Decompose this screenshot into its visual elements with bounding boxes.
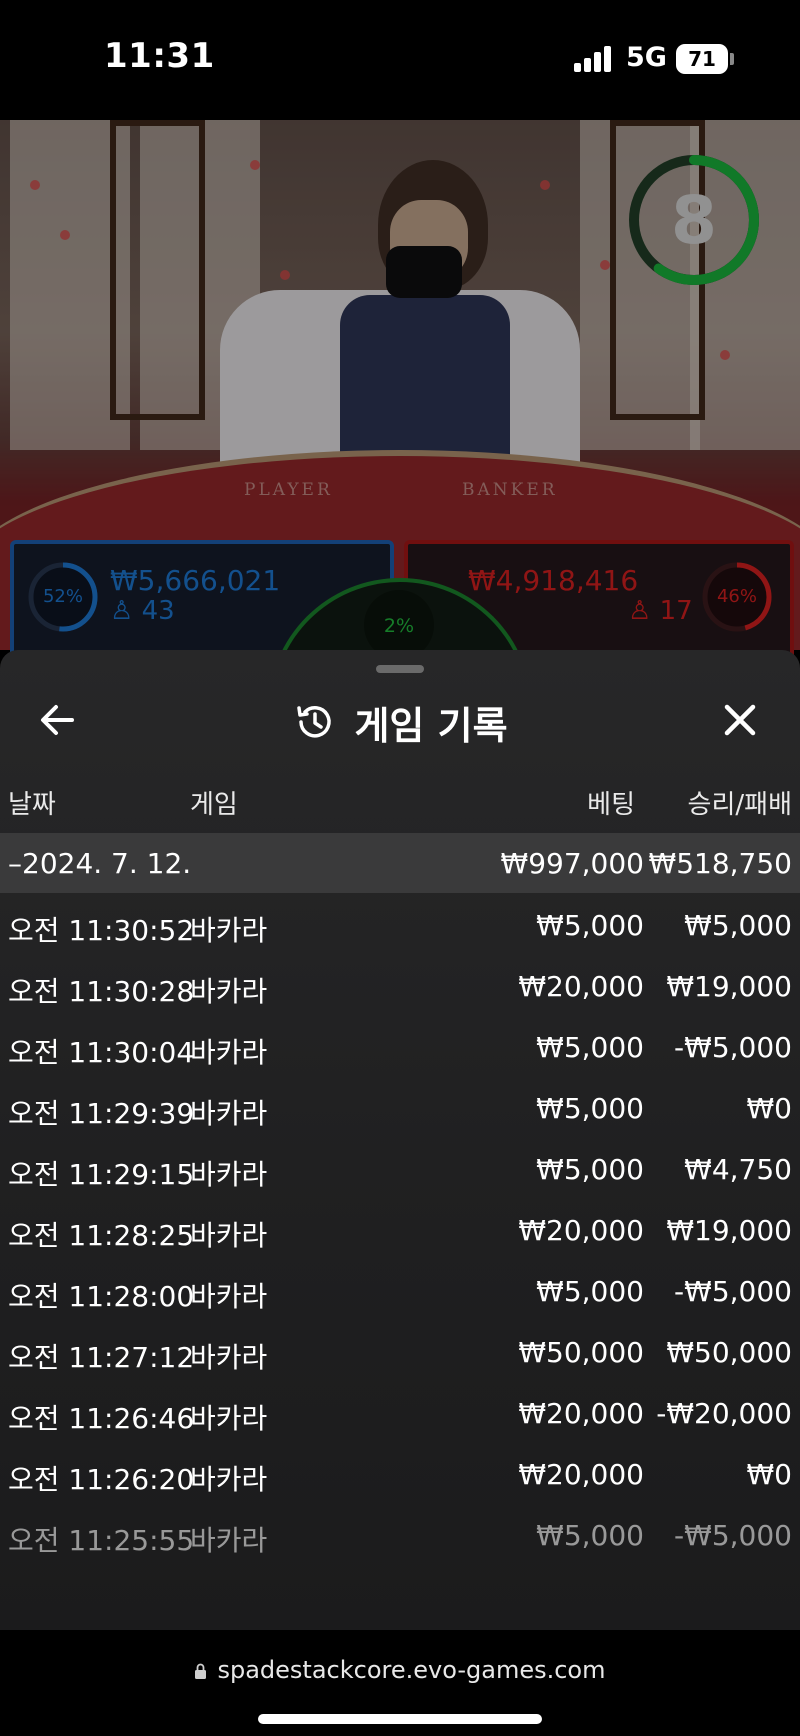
row-result: -₩5,000 <box>674 1031 792 1064</box>
battery-cap <box>730 53 734 65</box>
row-result: ₩19,000 <box>666 970 792 1003</box>
row-result: ₩5,000 <box>684 909 792 942</box>
row-bet: ₩5,000 <box>536 1092 644 1125</box>
history-icon <box>297 706 332 738</box>
history-row[interactable]: 오전 11:27:12 바카라 ₩50,000 ₩50,000 <box>0 1320 800 1381</box>
status-bar: 11:31 5G 71 <box>0 0 800 120</box>
history-row[interactable]: 오전 11:28:25 바카라 ₩20,000 ₩19,000 <box>0 1198 800 1259</box>
row-time: 오전 11:30:52 <box>8 914 195 947</box>
history-list: 오전 11:30:52 바카라 ₩5,000 ₩5,000 오전 11:30:2… <box>0 893 800 1564</box>
history-row[interactable]: 오전 11:25:55 바카라 ₩5,000 -₩5,000 <box>0 1503 800 1564</box>
row-result: ₩19,000 <box>666 1214 792 1247</box>
row-game: 바카라 <box>190 975 268 1008</box>
row-bet: ₩20,000 <box>518 1458 644 1491</box>
page-title: 게임 기록 <box>354 703 508 748</box>
url-text: spadestackcore.evo-games.com <box>217 1656 606 1684</box>
row-game: 바카라 <box>190 1219 268 1252</box>
sheet-drag-handle[interactable] <box>376 665 424 673</box>
row-time: 오전 11:28:25 <box>8 1219 195 1252</box>
row-bet: ₩50,000 <box>518 1336 644 1369</box>
history-row[interactable]: 오전 11:26:46 바카라 ₩20,000 -₩20,000 <box>0 1381 800 1442</box>
status-time: 11:31 <box>104 36 215 76</box>
history-row[interactable]: 오전 11:29:15 바카라 ₩5,000 ₩4,750 <box>0 1137 800 1198</box>
row-time: 오전 11:26:46 <box>8 1402 195 1435</box>
row-time: 오전 11:25:55 <box>8 1524 195 1557</box>
row-game: 바카라 <box>190 914 268 947</box>
row-bet: ₩5,000 <box>536 1519 644 1552</box>
row-game: 바카라 <box>190 1036 268 1069</box>
history-row[interactable]: 오전 11:30:28 바카라 ₩20,000 ₩19,000 <box>0 954 800 1015</box>
row-bet: ₩20,000 <box>518 1214 644 1247</box>
group-total-bet: ₩997,000 <box>500 847 644 880</box>
row-time: 오전 11:27:12 <box>8 1341 195 1374</box>
browser-address-bar[interactable]: spadestackcore.evo-games.com <box>0 1630 800 1736</box>
row-result: -₩20,000 <box>656 1397 792 1430</box>
history-row[interactable]: 오전 11:30:04 바카라 ₩5,000 -₩5,000 <box>0 1015 800 1076</box>
network-type: 5G <box>626 42 667 73</box>
row-time: 오전 11:29:15 <box>8 1158 195 1191</box>
row-bet: ₩5,000 <box>536 1275 644 1308</box>
sheet-header: 게임 기록 <box>0 692 800 752</box>
row-result: ₩0 <box>746 1458 793 1491</box>
row-result: ₩50,000 <box>666 1336 792 1369</box>
row-game: 바카라 <box>190 1280 268 1313</box>
history-row[interactable]: 오전 11:28:00 바카라 ₩5,000 -₩5,000 <box>0 1259 800 1320</box>
group-total-result: ₩518,750 <box>648 847 792 880</box>
row-bet: ₩20,000 <box>518 970 644 1003</box>
row-result: -₩5,000 <box>674 1519 792 1552</box>
row-time: 오전 11:30:28 <box>8 975 195 1008</box>
row-time: 오전 11:29:39 <box>8 1097 195 1130</box>
row-game: 바카라 <box>190 1158 268 1191</box>
row-game: 바카라 <box>190 1341 268 1374</box>
game-history-sheet: 게임 기록 날짜 게임 베팅 승리/패배 –2024. 7. 12. ₩997,… <box>0 650 800 1630</box>
column-header-result: 승리/패배 <box>687 790 792 820</box>
group-date: –2024. 7. 12. <box>8 847 192 880</box>
row-result: ₩4,750 <box>684 1153 792 1186</box>
home-indicator[interactable] <box>258 1714 542 1724</box>
cellular-signal-icon <box>574 46 614 72</box>
row-bet: ₩5,000 <box>536 909 644 942</box>
history-row[interactable]: 오전 11:30:52 바카라 ₩5,000 ₩5,000 <box>0 893 800 954</box>
row-game: 바카라 <box>190 1097 268 1130</box>
row-time: 오전 11:28:00 <box>8 1280 195 1313</box>
lock-icon <box>195 1663 207 1679</box>
row-result: ₩0 <box>746 1092 793 1125</box>
url-display[interactable]: spadestackcore.evo-games.com <box>0 1656 800 1684</box>
row-result: -₩5,000 <box>674 1275 792 1308</box>
column-header-bet: 베팅 <box>587 790 635 820</box>
row-time: 오전 11:26:20 <box>8 1463 195 1496</box>
column-header-game: 게임 <box>190 790 238 820</box>
row-bet: ₩5,000 <box>536 1153 644 1186</box>
dim-overlay <box>0 120 800 680</box>
row-game: 바카라 <box>190 1524 268 1557</box>
history-row[interactable]: 오전 11:29:39 바카라 ₩5,000 ₩0 <box>0 1076 800 1137</box>
column-header-date: 날짜 <box>8 790 56 820</box>
date-group-header[interactable]: –2024. 7. 12. ₩997,000 ₩518,750 <box>0 833 800 893</box>
row-game: 바카라 <box>190 1402 268 1435</box>
row-bet: ₩20,000 <box>518 1397 644 1430</box>
close-icon[interactable] <box>712 692 768 748</box>
row-time: 오전 11:30:04 <box>8 1036 195 1069</box>
row-game: 바카라 <box>190 1463 268 1496</box>
history-row[interactable]: 오전 11:26:20 바카라 ₩20,000 ₩0 <box>0 1442 800 1503</box>
battery-icon: 71 <box>676 44 728 74</box>
row-bet: ₩5,000 <box>536 1031 644 1064</box>
